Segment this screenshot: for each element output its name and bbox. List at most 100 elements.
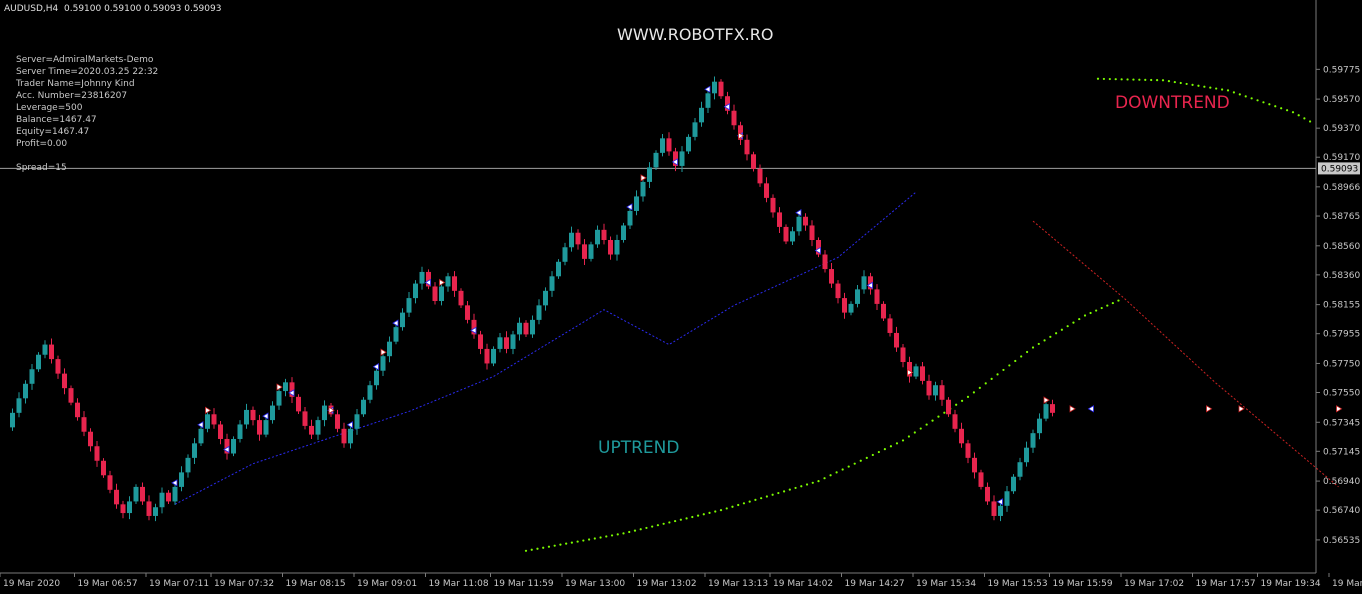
trend-dot	[901, 439, 905, 442]
bear-candle	[484, 348, 490, 364]
trend-dot	[907, 435, 911, 438]
bull-candle	[712, 81, 717, 94]
trend-dot	[668, 521, 671, 524]
trend-dot	[1191, 83, 1194, 86]
bear-candle	[601, 229, 607, 240]
trend-dot	[823, 477, 826, 480]
downtrend-label: DOWNTREND	[1115, 93, 1230, 113]
trend-dot	[1308, 120, 1312, 123]
x-tick-label: 19 Mar 19:34	[1261, 579, 1321, 589]
bear-candle	[94, 446, 100, 461]
trend-dot	[1114, 78, 1117, 81]
bull-candle	[1043, 404, 1049, 419]
bull-candle	[348, 428, 353, 444]
bull-candle	[562, 247, 568, 262]
trend-dot	[811, 481, 814, 484]
trend-dot	[587, 538, 591, 541]
leverage-info: Leverage=500	[16, 103, 83, 113]
trend-dot	[1161, 79, 1165, 82]
bull-candle	[198, 428, 204, 444]
bull-candle	[653, 152, 659, 168]
trend-dot	[984, 382, 987, 385]
trend-dot	[1100, 306, 1103, 310]
y-tick-label: 0.57345	[1323, 418, 1360, 428]
bull-candle	[42, 344, 48, 355]
bull-candle	[354, 414, 360, 429]
trend-dot	[883, 448, 886, 451]
bull-candle	[16, 398, 22, 413]
bear-candle	[985, 486, 990, 502]
y-tick-label: 0.58155	[1323, 301, 1360, 311]
bull-candle	[517, 322, 522, 335]
bull-candle	[497, 337, 503, 349]
x-tick-label: 19 Mar 06:57	[78, 579, 138, 589]
bear-candle	[959, 428, 964, 444]
x-tick-label: 19 Mar 08:15	[286, 579, 346, 589]
bear-candle	[575, 232, 581, 245]
spread-info: Spread=15	[16, 163, 67, 173]
bear-candle	[822, 254, 828, 270]
x-tick-label: 19 Mar 14:02	[773, 579, 833, 589]
trend-dot	[748, 500, 751, 503]
trend-dot	[794, 486, 797, 490]
bear-candle	[965, 443, 971, 458]
bull-candle	[1024, 447, 1029, 463]
trend-dot	[628, 530, 631, 534]
trend-dot	[1002, 368, 1005, 372]
trend-dot	[1185, 82, 1188, 86]
trend-dot	[871, 453, 874, 457]
trend-dot	[679, 518, 682, 521]
bear-candle	[926, 380, 932, 396]
trend-dot	[788, 488, 791, 491]
x-tick-label: 19 Mar 09:01	[357, 579, 417, 589]
trend-dot	[1297, 114, 1300, 117]
x-tick-label: 19 Mar 15:34	[916, 579, 976, 589]
trend-dot	[931, 419, 934, 422]
trend-dot	[651, 525, 654, 528]
bull-candle	[705, 93, 711, 108]
bull-candle	[1011, 476, 1016, 492]
trend-dot	[1215, 87, 1218, 90]
bull-candle	[569, 232, 574, 248]
trend-dot	[919, 427, 922, 430]
bull-candle	[530, 319, 535, 335]
trend-dot	[1132, 78, 1135, 81]
bear-candle	[751, 154, 756, 169]
bear-candle	[978, 472, 984, 487]
trend-dot	[731, 505, 734, 508]
bull-candle	[361, 399, 366, 415]
bear-candle	[809, 225, 815, 240]
trend-dot	[656, 524, 660, 527]
y-tick-label: 0.56740	[1323, 506, 1360, 516]
price-chart[interactable]: 0.59775 0.59570 0.59370 0.59170 0.58966 0.587…	[0, 0, 1362, 594]
trend-dot	[895, 442, 899, 445]
bull-candle	[374, 370, 379, 386]
bear-candle	[88, 431, 93, 447]
trend-dot	[978, 386, 981, 389]
bear-candle	[718, 81, 724, 97]
bull-candle	[1030, 433, 1036, 448]
bear-candle	[452, 276, 457, 291]
bear-candle	[335, 414, 340, 429]
ohlc-values: 0.59100 0.59100 0.59093 0.59093	[64, 4, 222, 14]
trend-dot	[1138, 78, 1141, 81]
x-tick-label: 19 Mar 15:59	[1053, 579, 1113, 589]
bull-candle	[796, 216, 802, 232]
trend-dot	[742, 502, 746, 505]
bull-candle	[686, 136, 691, 152]
watermark-url: WWW.ROBOTFX.RO	[617, 25, 774, 44]
bear-candle	[504, 337, 509, 349]
y-tick-label: 0.57955	[1323, 330, 1360, 340]
bull-candle	[127, 501, 132, 514]
trend-dot	[841, 468, 844, 471]
bear-candle	[146, 501, 152, 516]
bull-candle	[380, 356, 386, 371]
trend-dot	[1083, 314, 1087, 317]
bull-candle	[270, 405, 275, 421]
trend-dot	[1197, 84, 1200, 87]
bull-candle	[549, 276, 555, 291]
trend-dot	[990, 377, 993, 381]
bear-candle	[1050, 404, 1055, 413]
server-info: Server=AdmiralMarkets-Demo	[16, 55, 154, 65]
bull-candle	[283, 382, 288, 392]
